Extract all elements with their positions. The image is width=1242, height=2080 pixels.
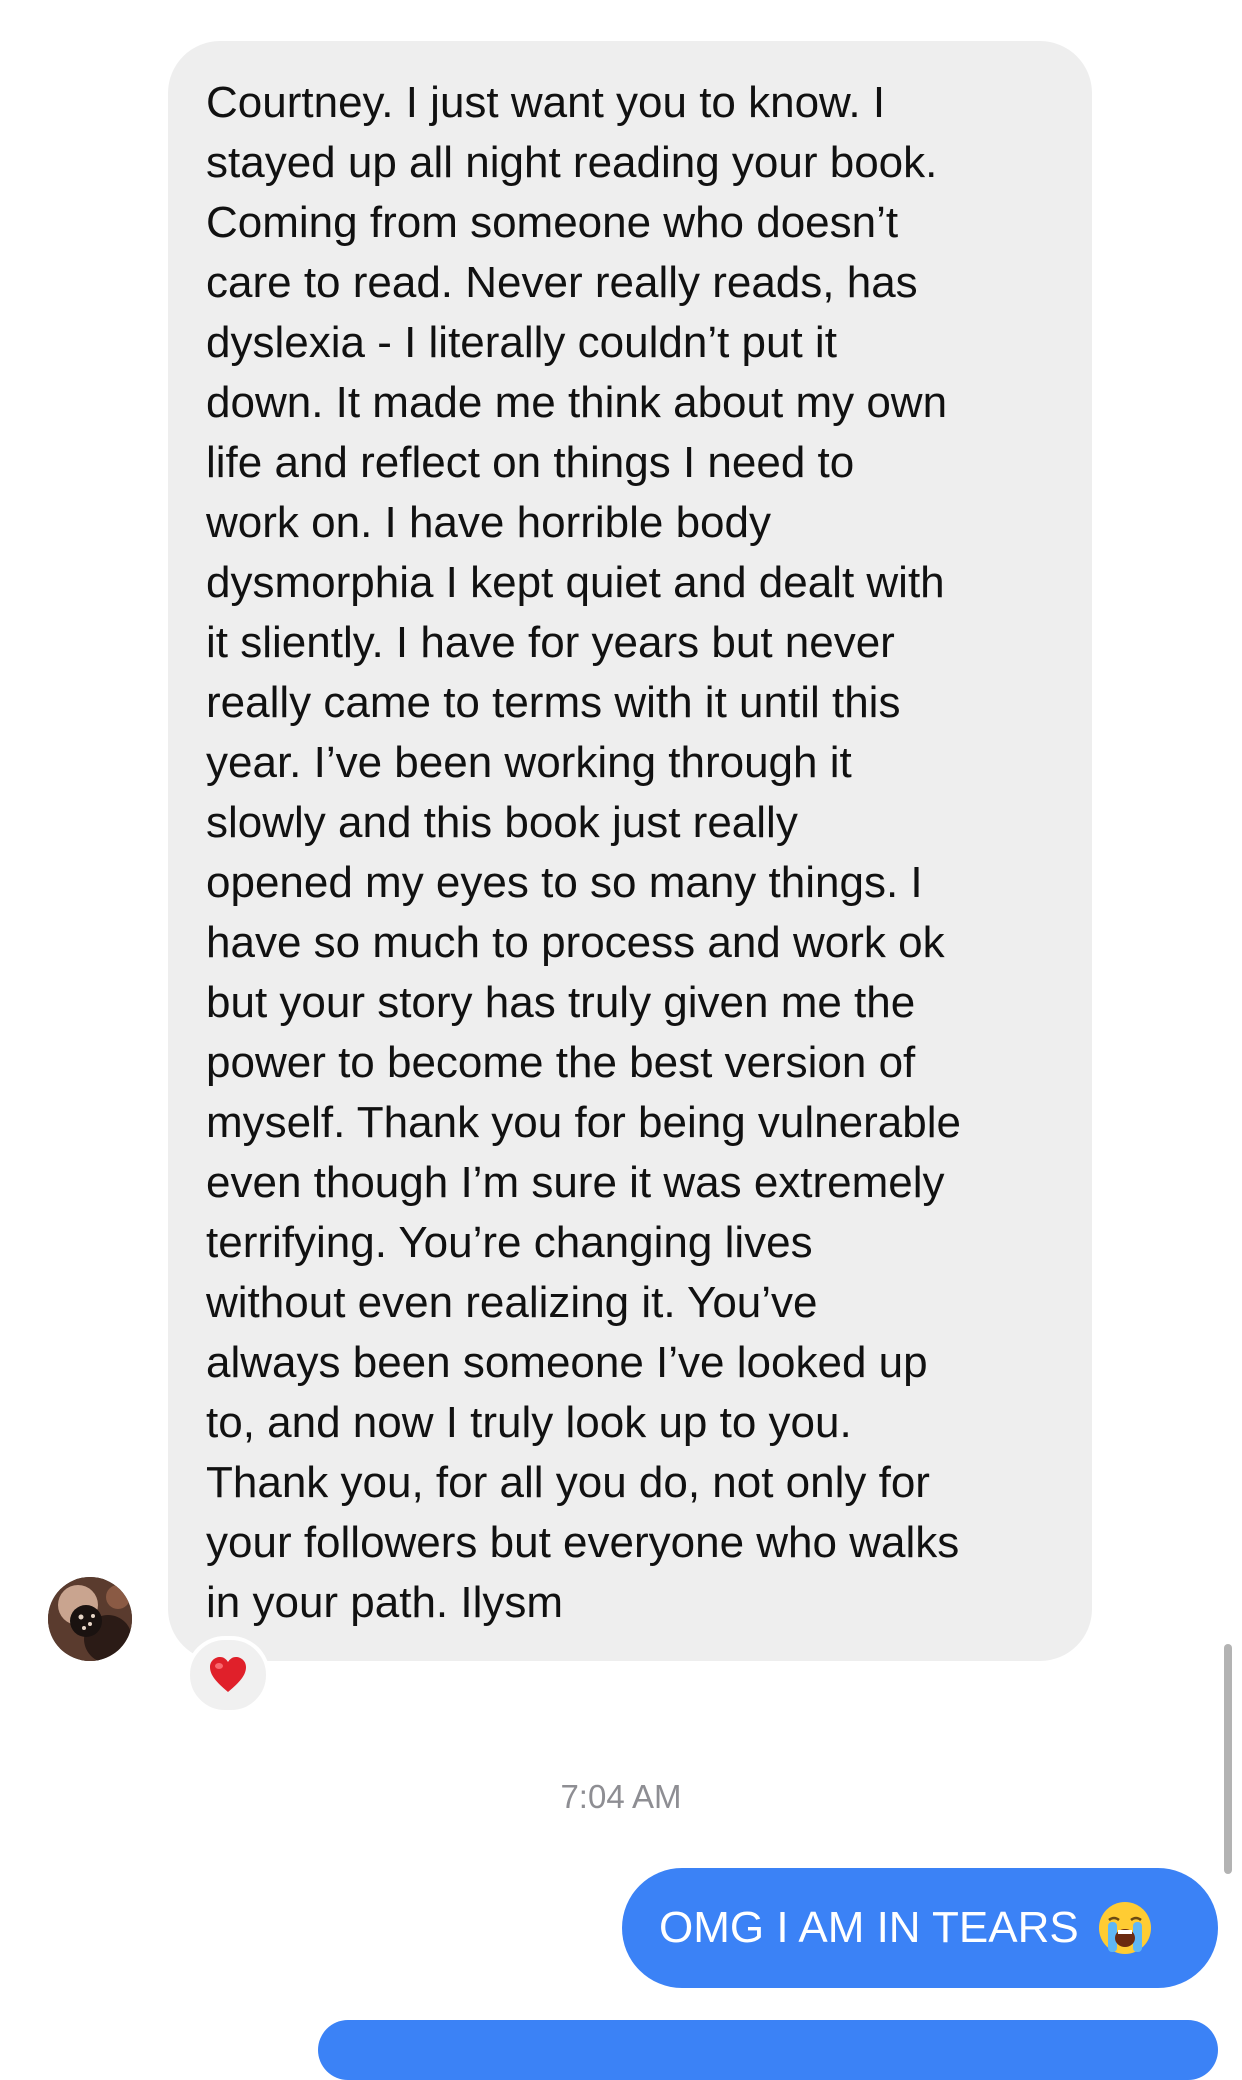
message-timestamp: 7:04 AM bbox=[560, 1778, 682, 1815]
loudly-crying-face-icon bbox=[1098, 1902, 1151, 1954]
outgoing-message-bubble[interactable]: OMG I AM IN TEARS bbox=[622, 1868, 1218, 1988]
outgoing-message-text: OMG I AM IN TEARS bbox=[659, 1903, 1079, 1952]
scrollbar-thumb[interactable] bbox=[1224, 1644, 1232, 1874]
red-heart-icon bbox=[210, 1657, 246, 1692]
outgoing-message-bubble-partial[interactable] bbox=[318, 2020, 1218, 2080]
sender-avatar[interactable] bbox=[48, 1577, 132, 1661]
avatar-image bbox=[48, 1577, 132, 1661]
heart-reaction[interactable] bbox=[186, 1636, 270, 1714]
incoming-message-text: Courtney. I just want you to know. I sta… bbox=[206, 78, 961, 1627]
incoming-message-bubble[interactable]: Courtney. I just want you to know. I sta… bbox=[168, 41, 1092, 1661]
